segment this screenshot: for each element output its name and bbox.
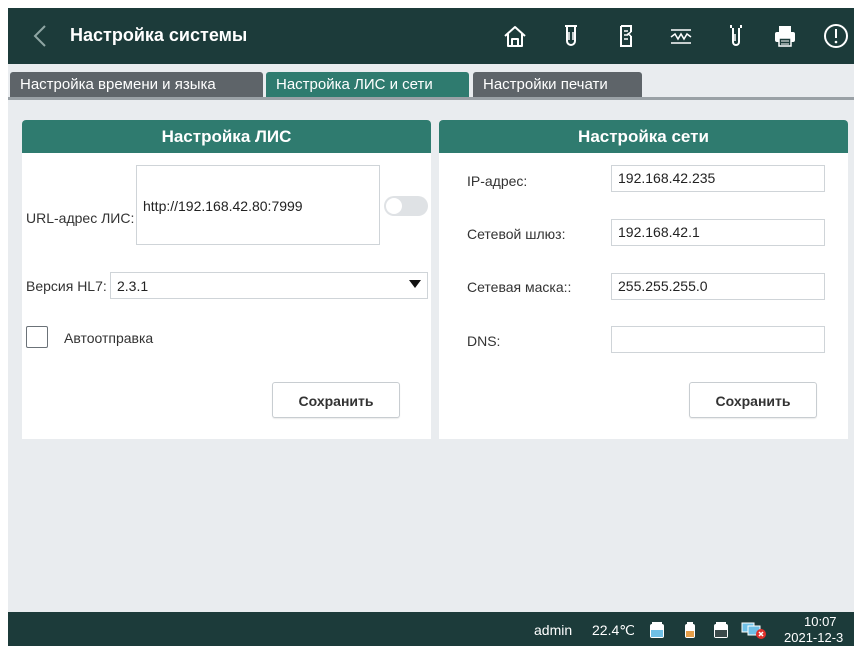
reagent-blue-icon[interactable] <box>648 621 666 639</box>
test-tube-icon[interactable] <box>557 22 585 50</box>
mask-label: Сетевая маска:: <box>467 279 572 295</box>
lis-url-input[interactable]: http://192.168.42.80:7999 <box>136 165 380 245</box>
waveform-icon[interactable] <box>667 22 695 50</box>
waste-container-icon[interactable] <box>712 621 730 639</box>
page-title: Настройка системы <box>70 25 248 45</box>
mask-input[interactable]: 255.255.255.0 <box>611 273 825 300</box>
hl7-version-label: Версия HL7: <box>26 278 107 294</box>
temperature: 22.4℃ <box>592 622 635 638</box>
printer-icon[interactable] <box>771 22 799 50</box>
tab-divider <box>8 97 854 100</box>
network-error-icon[interactable] <box>740 621 768 639</box>
dns-label: DNS: <box>467 333 501 349</box>
reagent-orange-icon[interactable] <box>681 621 699 639</box>
hl7-version-select[interactable]: 2.3.1 <box>110 272 428 299</box>
tab-time-language[interactable]: Настройка времени и языка <box>10 72 263 98</box>
tab-lis-network[interactable]: Настройка ЛИС и сети <box>266 72 469 98</box>
auto-send-checkbox[interactable] <box>26 326 48 348</box>
back-icon[interactable] <box>28 22 54 50</box>
lis-panel: Настройка ЛИС URL-адрес ЛИС: http://192.… <box>22 120 431 439</box>
lis-toggle[interactable] <box>384 196 428 216</box>
report-icon[interactable] <box>612 22 640 50</box>
toggle-knob <box>386 198 402 214</box>
gateway-label: Сетевой шлюз: <box>467 226 566 242</box>
hl7-version-value: 2.3.1 <box>117 278 149 294</box>
lis-panel-title: Настройка ЛИС <box>22 120 431 153</box>
clock-date: 2021-12-3 <box>784 630 844 645</box>
status-bar: admin 22.4℃ 10:07 2021-12-3 <box>8 612 854 646</box>
app-frame: Настройка системы Настройка времени и яз… <box>8 8 854 646</box>
alert-icon[interactable] <box>822 22 850 50</box>
dropdown-arrow-icon <box>409 280 421 288</box>
ip-label: IP-адрес: <box>467 173 528 189</box>
network-panel-title: Настройка сети <box>439 120 848 153</box>
network-panel: Настройка сети IP-адрес: 192.168.42.235 … <box>439 120 848 439</box>
network-save-button[interactable]: Сохранить <box>689 382 817 418</box>
gateway-input[interactable]: 192.168.42.1 <box>611 219 825 246</box>
auto-send-label: Автоотправка <box>64 330 154 346</box>
lis-save-button[interactable]: Сохранить <box>272 382 400 418</box>
ip-input[interactable]: 192.168.42.235 <box>611 165 825 192</box>
clock-time: 10:07 <box>804 614 837 629</box>
top-bar: Настройка системы <box>8 8 854 64</box>
current-user: admin <box>534 622 573 638</box>
sample-tube-icon[interactable] <box>722 22 750 50</box>
dns-input[interactable] <box>611 326 825 353</box>
home-icon[interactable] <box>501 22 529 50</box>
tab-print-settings[interactable]: Настройки печати <box>473 72 642 98</box>
lis-url-label: URL-адрес ЛИС: <box>26 210 135 226</box>
